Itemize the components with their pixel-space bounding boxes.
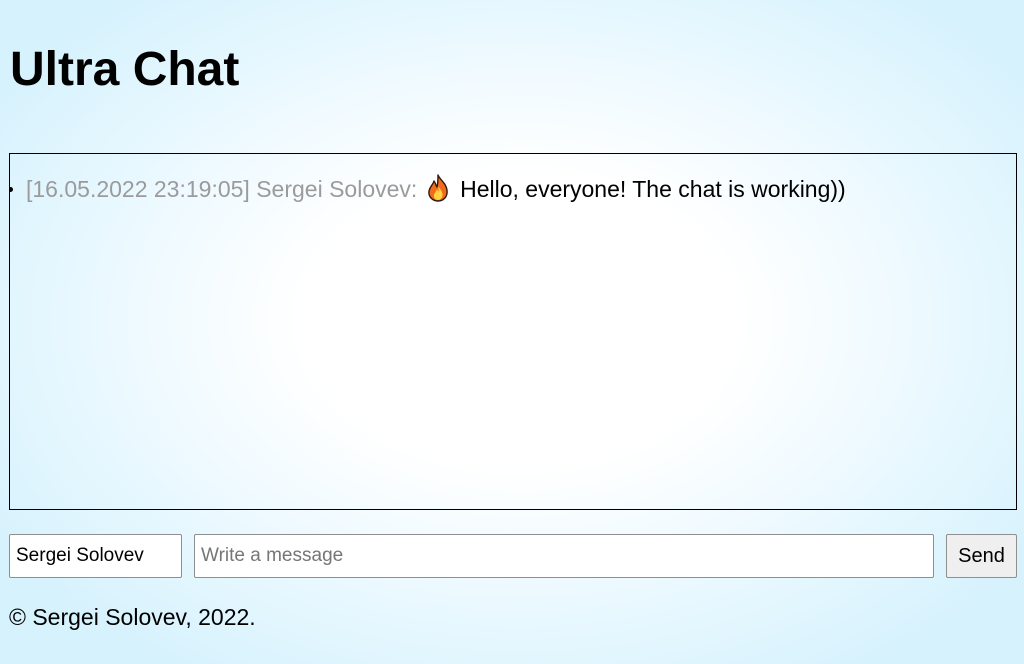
message-text: Hello, everyone! The chat is working)) xyxy=(460,176,846,202)
send-button[interactable]: Send xyxy=(946,534,1017,578)
fire-icon xyxy=(426,174,450,202)
message-author: Sergei Solovev: xyxy=(256,176,418,202)
message-timestamp: [16.05.2022 23:19:05] xyxy=(26,176,250,202)
list-bullet xyxy=(10,187,13,192)
page-title: Ultra Chat xyxy=(10,43,240,96)
name-input[interactable] xyxy=(9,534,182,578)
footer-copyright: © Sergei Solovev, 2022. xyxy=(9,604,256,630)
chat-messages-box[interactable]: [16.05.2022 23:19:05] Sergei Solovev: He… xyxy=(9,153,1017,510)
message-input[interactable] xyxy=(194,534,934,578)
message-list: [16.05.2022 23:19:05] Sergei Solovev: He… xyxy=(10,173,1016,205)
list-item: [16.05.2022 23:19:05] Sergei Solovev: He… xyxy=(10,173,1016,205)
